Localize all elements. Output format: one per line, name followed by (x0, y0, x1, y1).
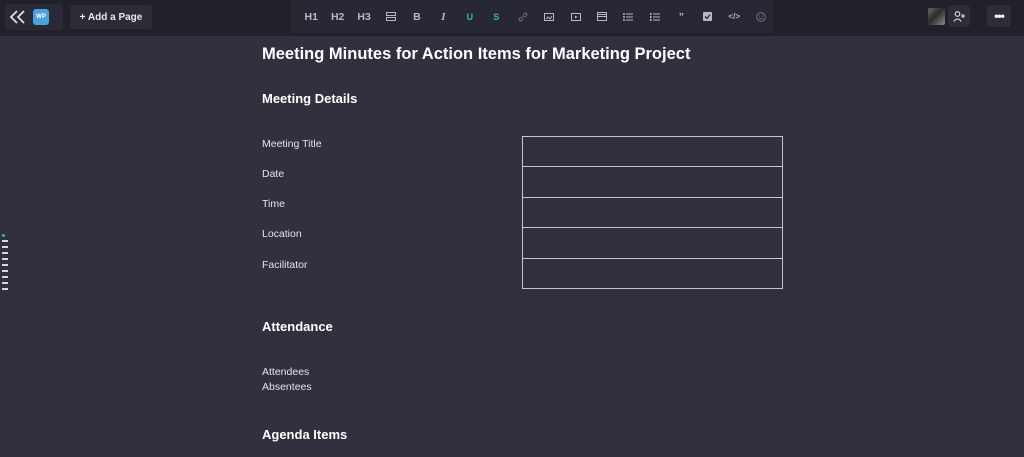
outline-marker[interactable] (2, 270, 8, 272)
checkbox-icon (703, 12, 713, 21)
collapse-sidebar-button[interactable]: WP (5, 4, 63, 30)
bold-tool[interactable]: B (404, 0, 430, 33)
location-label[interactable]: Location (262, 228, 302, 240)
heading3-tool[interactable]: H3 (351, 0, 377, 33)
emoji-tool[interactable] (747, 0, 773, 33)
image-icon (544, 12, 555, 21)
checklist-tool[interactable] (695, 0, 721, 33)
double-chevron-left-icon (9, 9, 27, 25)
video-icon (570, 12, 581, 21)
table-icon (597, 12, 608, 21)
date-label[interactable]: Date (262, 168, 284, 180)
location-cell[interactable] (522, 227, 783, 259)
add-user-button[interactable] (948, 5, 970, 27)
meeting-details-table (522, 135, 783, 289)
outline-marker[interactable] (2, 252, 8, 254)
underline-tool[interactable]: U (457, 0, 483, 33)
code-tool[interactable]: </> (721, 0, 747, 33)
outline-active-dot (2, 234, 5, 237)
strikethrough-tool[interactable]: S (483, 0, 509, 33)
date-cell[interactable] (522, 166, 783, 198)
outline-marker[interactable] (2, 258, 8, 260)
bullet-list-icon (623, 12, 634, 21)
outline-marker[interactable] (2, 288, 8, 290)
meeting-details-heading[interactable]: Meeting Details (262, 91, 357, 106)
meeting-title-label[interactable]: Meeting Title (262, 138, 322, 150)
italic-tool[interactable]: I (430, 0, 456, 33)
table-tool[interactable] (589, 0, 615, 33)
outline-marker[interactable] (2, 282, 8, 284)
outline-marker[interactable] (2, 264, 8, 266)
absentees-line[interactable]: Absentees (262, 381, 312, 393)
add-page-button[interactable]: + Add a Page (70, 5, 152, 29)
avatar[interactable] (928, 8, 945, 25)
outline-marker[interactable] (2, 276, 8, 278)
divider-tool[interactable] (377, 0, 403, 33)
heading1-tool[interactable]: H1 (298, 0, 324, 33)
time-cell[interactable] (522, 196, 783, 229)
outline-marker[interactable] (2, 240, 8, 242)
emoji-icon (755, 11, 766, 22)
numbered-list-icon (649, 12, 660, 21)
attendance-heading[interactable]: Attendance (262, 319, 333, 334)
formatting-toolbar: H1 H2 H3 B I U S ” </> (290, 0, 774, 33)
link-icon (518, 12, 528, 21)
app-logo[interactable]: WP (33, 9, 49, 25)
page-title[interactable]: Meeting Minutes for Action Items for Mar… (262, 45, 690, 64)
meeting-title-cell[interactable] (522, 135, 783, 168)
agenda-items-heading[interactable]: Agenda Items (262, 427, 347, 442)
quote-tool[interactable]: ” (668, 0, 694, 33)
more-options-button[interactable]: ••• (987, 5, 1011, 27)
facilitator-label[interactable]: Facilitator (262, 259, 308, 271)
outline-marker[interactable] (2, 246, 8, 248)
time-label[interactable]: Time (262, 198, 285, 210)
bullet-list-tool[interactable] (615, 0, 641, 33)
numbered-list-tool[interactable] (642, 0, 668, 33)
image-tool[interactable] (536, 0, 562, 33)
link-tool[interactable] (510, 0, 536, 33)
add-user-icon (952, 10, 965, 22)
heading2-tool[interactable]: H2 (324, 0, 350, 33)
divider-icon (385, 12, 396, 21)
document-outline-rail[interactable] (2, 234, 8, 294)
facilitator-cell[interactable] (522, 257, 783, 289)
top-bar: WP + Add a Page H1 H2 H3 B I U S ” </> •… (0, 0, 1024, 36)
attendees-line[interactable]: Attendees (262, 366, 309, 378)
video-tool[interactable] (562, 0, 588, 33)
